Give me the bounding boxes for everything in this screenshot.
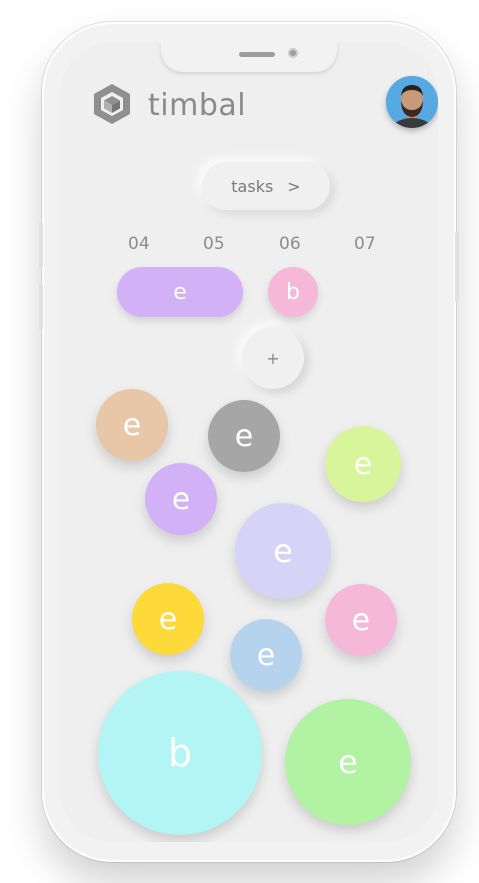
task-letter: e xyxy=(338,743,358,781)
task-letter: b xyxy=(167,731,193,775)
task-letter: e xyxy=(353,446,373,482)
day-label: 04 xyxy=(128,234,150,254)
scheduled-task-bubble[interactable]: b xyxy=(268,267,318,317)
app-screen: timbal tasks > 04 05 06 07 e b + e e e e… xyxy=(60,42,438,842)
chevron-right-icon: > xyxy=(287,176,301,196)
task-letter: e xyxy=(122,407,142,443)
avatar[interactable] xyxy=(386,76,438,128)
app-title: timbal xyxy=(148,88,247,123)
task-bubble[interactable]: e xyxy=(235,503,331,599)
task-bubble[interactable]: e xyxy=(132,583,204,655)
task-bubble[interactable]: e xyxy=(325,426,401,502)
task-letter: e xyxy=(158,601,178,637)
side-button-left xyxy=(39,222,43,268)
task-letter: e xyxy=(256,637,276,673)
tasks-button[interactable]: tasks > xyxy=(202,162,330,210)
phone-frame: timbal tasks > 04 05 06 07 e b + e e e e… xyxy=(39,22,459,862)
day-label: 05 xyxy=(203,234,225,254)
task-letter: e xyxy=(171,481,191,517)
task-bubble[interactable]: e xyxy=(285,699,411,825)
tasks-button-label: tasks xyxy=(231,176,274,196)
user-avatar-icon xyxy=(386,76,438,128)
task-letter: e xyxy=(273,532,293,570)
notch xyxy=(161,42,337,72)
task-bubble[interactable]: e xyxy=(96,389,168,461)
speaker-icon xyxy=(239,52,275,57)
scheduled-task-pill[interactable]: e xyxy=(117,267,243,317)
task-bubble[interactable]: e xyxy=(208,400,280,472)
add-task-button[interactable]: + xyxy=(242,327,304,389)
task-letter: e xyxy=(351,602,371,638)
task-letter: e xyxy=(173,279,187,305)
plus-icon: + xyxy=(266,348,280,368)
side-button-right xyxy=(455,232,459,302)
task-letter: b xyxy=(286,279,300,305)
task-bubble[interactable]: b xyxy=(98,671,262,835)
task-bubble[interactable]: e xyxy=(325,584,397,656)
day-label: 07 xyxy=(354,234,376,254)
task-bubble[interactable]: e xyxy=(230,619,302,691)
timbal-logo-icon xyxy=(94,84,130,124)
day-label: 06 xyxy=(279,234,301,254)
side-button-left-2 xyxy=(39,284,43,330)
task-letter: e xyxy=(234,418,254,454)
camera-icon xyxy=(288,48,298,58)
task-bubble[interactable]: e xyxy=(145,463,217,535)
